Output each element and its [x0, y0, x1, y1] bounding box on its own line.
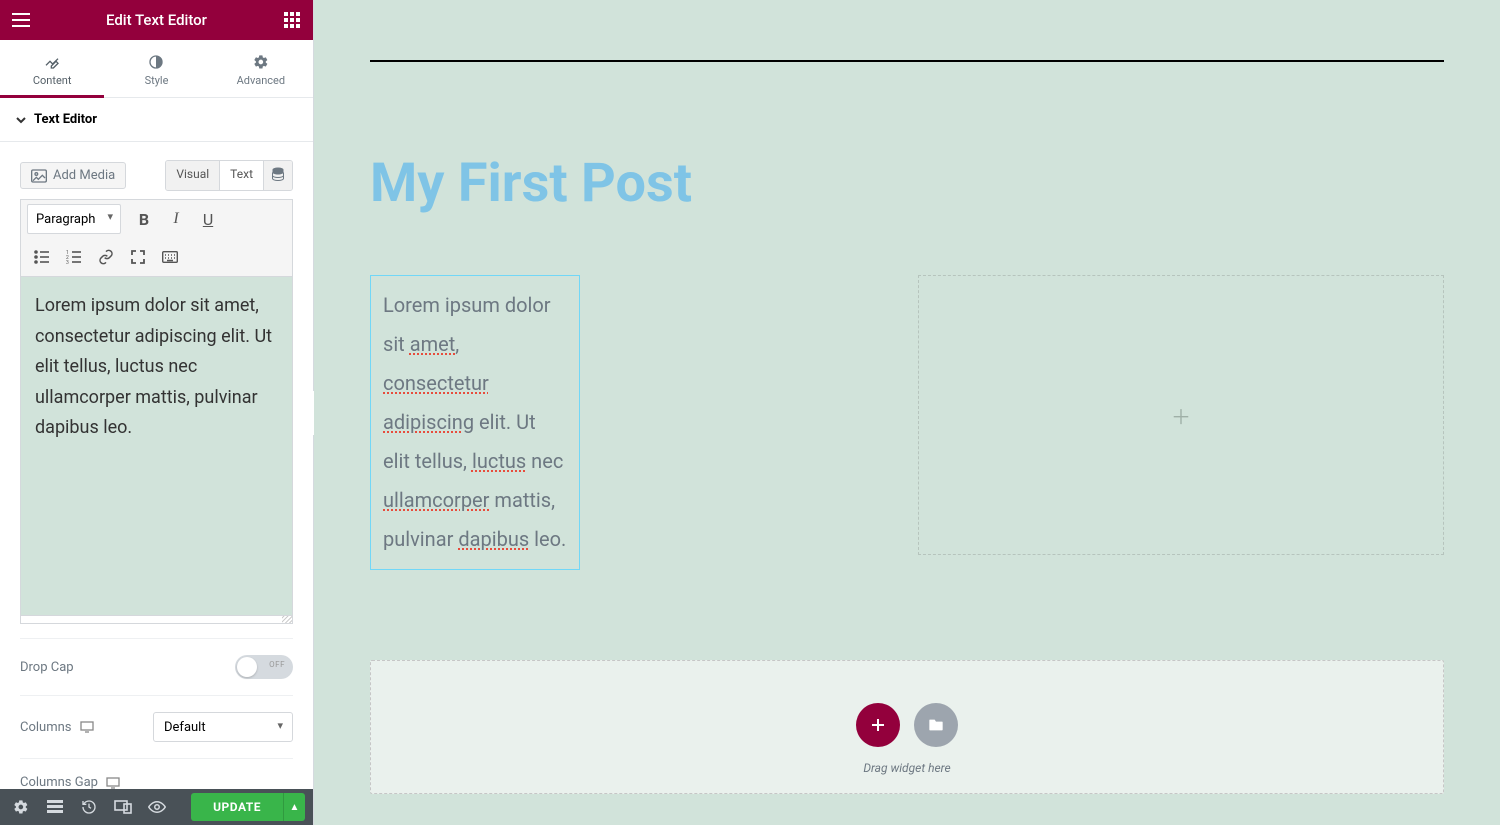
- history-icon[interactable]: [76, 794, 102, 820]
- horizontal-rule: [370, 60, 1444, 62]
- columns-gap-label: Columns Gap: [20, 775, 98, 789]
- editor-panel: Edit Text Editor Content Style Advanced …: [0, 0, 314, 825]
- italic-button[interactable]: I: [161, 204, 191, 234]
- columns-label: Columns: [20, 720, 72, 735]
- update-options-button[interactable]: ▲: [283, 793, 305, 821]
- panel-header: Edit Text Editor: [0, 0, 313, 40]
- panel-title: Edit Text Editor: [106, 11, 207, 29]
- menu-icon[interactable]: [10, 9, 32, 31]
- section-content: Add Media Visual Text Paragraph B I: [0, 142, 313, 789]
- update-button[interactable]: UPDATE: [191, 793, 283, 821]
- tab-content[interactable]: Content: [0, 40, 104, 97]
- template-library-button[interactable]: [914, 703, 958, 747]
- format-select[interactable]: Paragraph: [27, 204, 121, 234]
- fullscreen-button[interactable]: [123, 242, 153, 272]
- editor-tab-text[interactable]: Text: [219, 161, 263, 190]
- tab-content-label: Content: [33, 74, 72, 87]
- add-media-button[interactable]: Add Media: [20, 162, 126, 189]
- text-editor-area[interactable]: Lorem ipsum dolor sit amet, consectetur …: [20, 276, 293, 616]
- editor-tab-visual[interactable]: Visual: [166, 161, 219, 190]
- panel-tabs: Content Style Advanced: [0, 40, 313, 98]
- tab-advanced-label: Advanced: [237, 74, 285, 87]
- drop-cap-label: Drop Cap: [20, 660, 74, 675]
- responsive-icon[interactable]: [110, 794, 136, 820]
- add-media-label: Add Media: [53, 168, 115, 183]
- column-1[interactable]: Lorem ipsum dolor sit amet, consectetur …: [370, 275, 896, 570]
- columns-section: Lorem ipsum dolor sit amet, consectetur …: [370, 275, 1444, 570]
- editor-mode-tabs: Visual Text: [165, 160, 293, 191]
- keyboard-button[interactable]: [155, 242, 185, 272]
- resize-handle[interactable]: [20, 616, 293, 624]
- svg-text:3: 3: [66, 260, 69, 264]
- bold-button[interactable]: B: [129, 204, 159, 234]
- editor-tab-db-icon[interactable]: [263, 161, 292, 190]
- settings-icon[interactable]: [8, 794, 34, 820]
- apps-icon[interactable]: [281, 9, 303, 31]
- drag-widget-hint: Drag widget here: [863, 761, 950, 775]
- update-button-group: UPDATE ▲: [191, 793, 305, 821]
- preview-canvas[interactable]: My First Post Lorem ipsum dolor sit amet…: [314, 0, 1500, 825]
- editor-toolbar: Paragraph B I U 123: [20, 199, 293, 276]
- preview-icon[interactable]: [144, 794, 170, 820]
- desktop-icon: [80, 721, 94, 733]
- section-title: Text Editor: [34, 112, 97, 127]
- tab-style-label: Style: [145, 74, 169, 87]
- section-toggle-text-editor[interactable]: Text Editor: [0, 98, 313, 142]
- panel-footer: UPDATE ▲: [0, 789, 313, 825]
- panel-body: Text Editor Add Media Visual Text: [0, 98, 313, 789]
- tab-style[interactable]: Style: [104, 40, 208, 97]
- post-title: My First Post: [370, 152, 1444, 215]
- text-widget[interactable]: Lorem ipsum dolor sit amet, consectetur …: [370, 275, 580, 570]
- numbered-list-button[interactable]: 123: [59, 242, 89, 272]
- navigator-icon[interactable]: [42, 794, 68, 820]
- link-button[interactable]: [91, 242, 121, 272]
- desktop-icon: [106, 777, 120, 789]
- add-section-button[interactable]: [856, 703, 900, 747]
- column-2[interactable]: ＋: [918, 275, 1444, 555]
- tab-advanced[interactable]: Advanced: [209, 40, 313, 97]
- new-section-placeholder[interactable]: Drag widget here: [370, 660, 1444, 794]
- add-widget-icon[interactable]: ＋: [1171, 401, 1191, 430]
- drop-cap-toggle[interactable]: [235, 655, 293, 679]
- columns-select[interactable]: Default: [153, 712, 293, 742]
- bullet-list-button[interactable]: [27, 242, 57, 272]
- underline-button[interactable]: U: [193, 204, 223, 234]
